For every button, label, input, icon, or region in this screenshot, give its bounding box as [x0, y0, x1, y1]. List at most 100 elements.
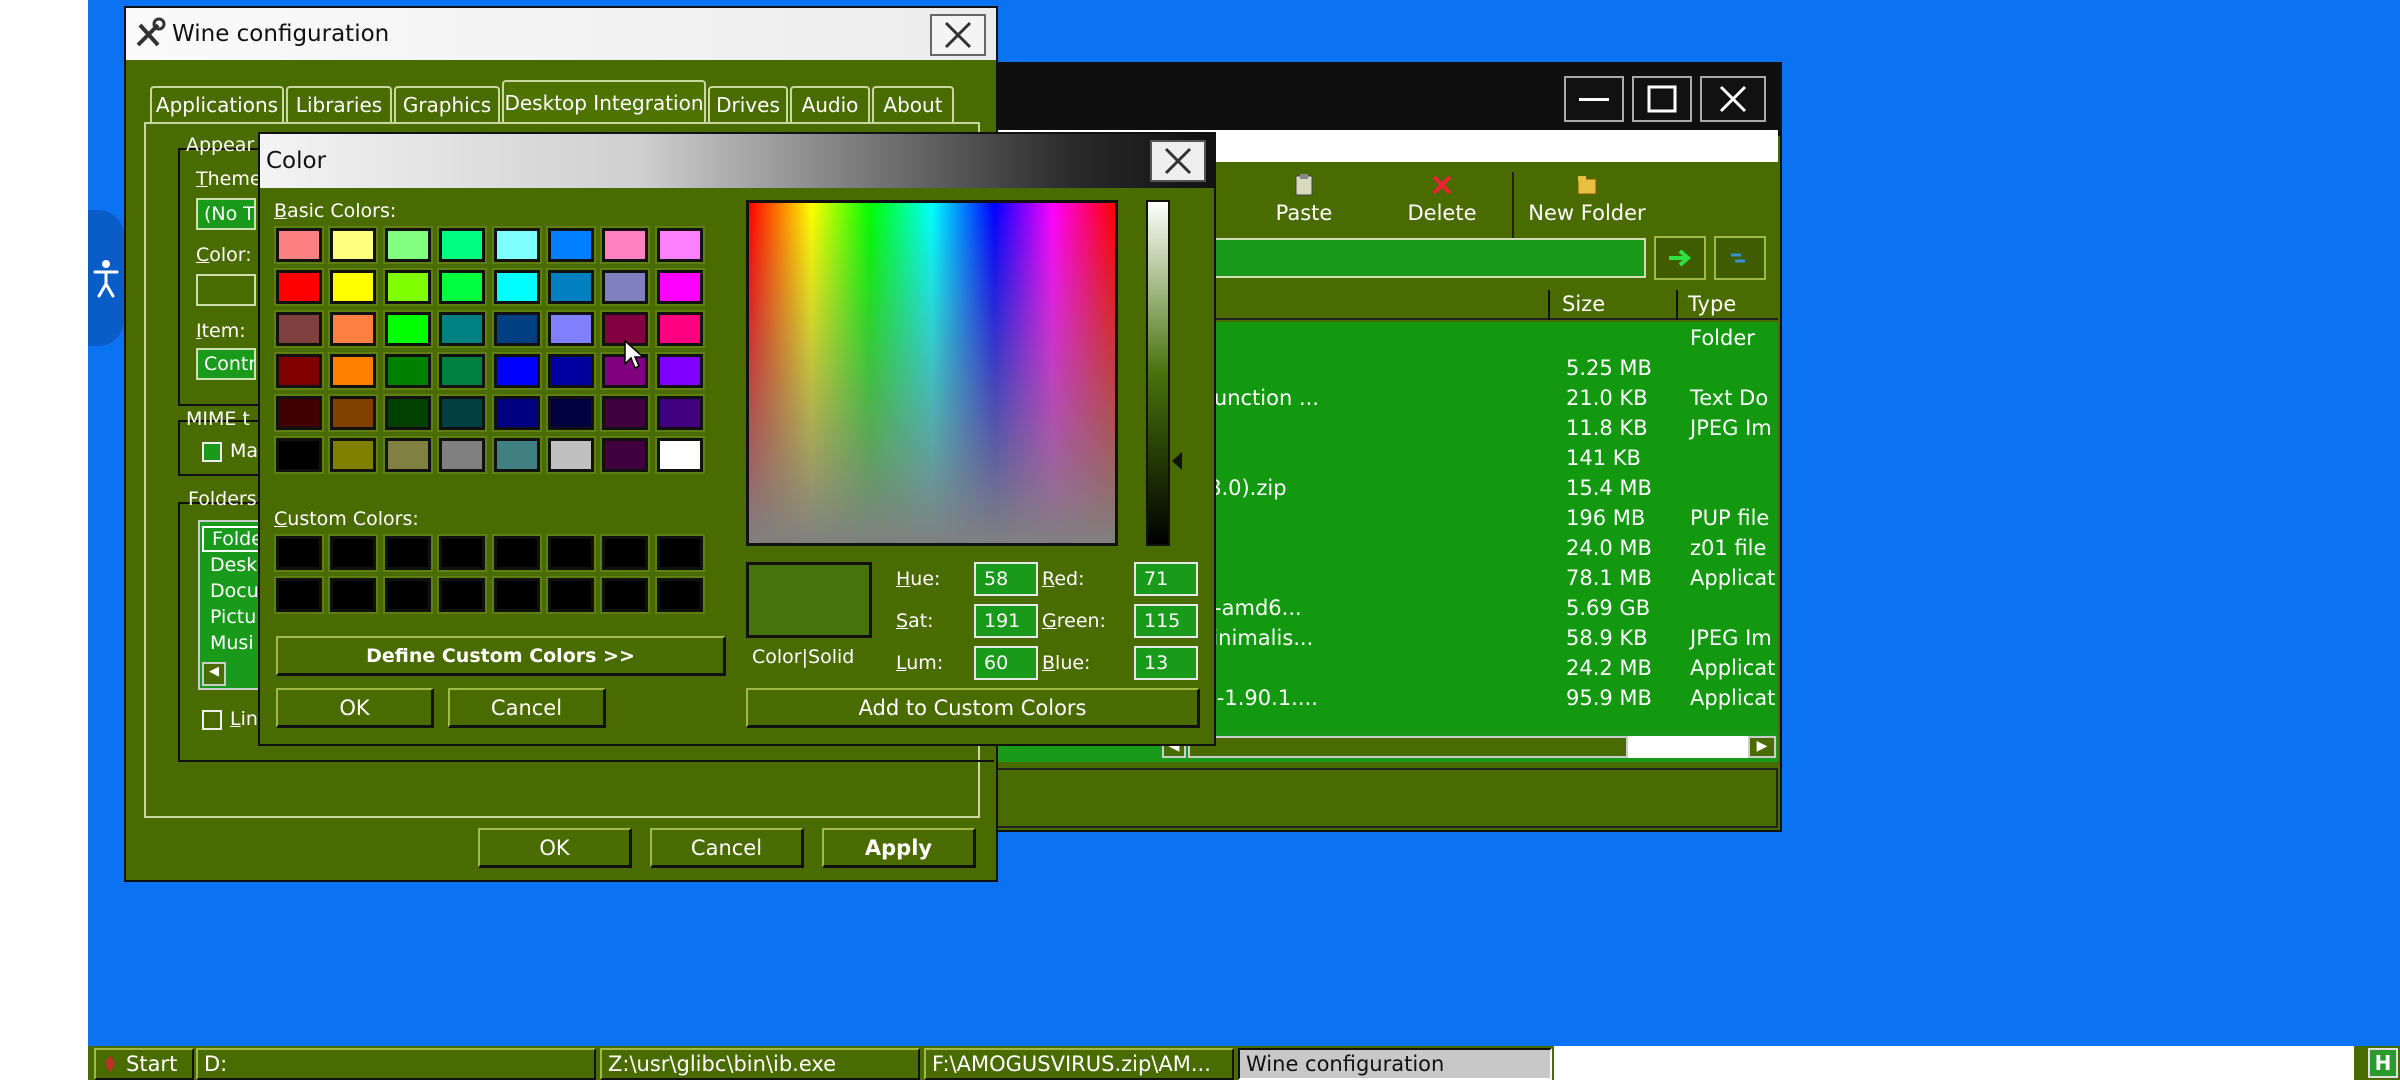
color-dialog-titlebar[interactable]: Color: [260, 134, 1214, 188]
define-custom-colors-button[interactable]: Define Custom Colors >>: [276, 636, 726, 676]
luminance-slider[interactable]: [1146, 200, 1170, 546]
basic-color-swatch[interactable]: [546, 352, 596, 390]
basic-color-swatch[interactable]: [328, 310, 379, 348]
color-ok-button[interactable]: OK: [276, 688, 434, 728]
taskbar-item[interactable]: F:\AMOGUSVIRUS.zip\AM...: [924, 1048, 1234, 1080]
basic-color-swatch[interactable]: [274, 268, 324, 306]
basic-color-swatch[interactable]: [437, 436, 488, 474]
custom-color-swatch[interactable]: [654, 534, 705, 572]
basic-color-swatch[interactable]: [491, 226, 542, 264]
mime-checkbox[interactable]: [202, 442, 222, 462]
item-select[interactable]: Contr: [196, 348, 256, 380]
custom-color-swatch[interactable]: [382, 534, 433, 572]
basic-color-swatch[interactable]: [546, 226, 596, 264]
basic-color-swatch[interactable]: [600, 436, 651, 474]
folders-list[interactable]: Folde Desk Docu Pictu Musi ◀: [198, 520, 262, 690]
basic-color-swatch[interactable]: [328, 268, 379, 306]
blue-input[interactable]: 13: [1134, 646, 1198, 680]
scrollbar-track[interactable]: [1628, 736, 1748, 758]
tab-drives[interactable]: Drives: [708, 86, 788, 122]
basic-color-swatch[interactable]: [382, 436, 433, 474]
tab-graphics[interactable]: Graphics: [394, 86, 500, 122]
tab-audio[interactable]: Audio: [790, 86, 870, 122]
apply-button[interactable]: Apply: [822, 828, 976, 868]
sat-input[interactable]: 191: [974, 604, 1038, 638]
custom-color-swatch[interactable]: [437, 576, 488, 614]
tab-about[interactable]: About: [872, 86, 954, 122]
custom-color-swatch[interactable]: [437, 534, 488, 572]
go-button[interactable]: [1654, 236, 1706, 280]
color-button[interactable]: [196, 274, 256, 306]
start-button[interactable]: Start: [94, 1048, 194, 1080]
basic-color-swatch[interactable]: [382, 310, 433, 348]
basic-color-swatch[interactable]: [546, 268, 596, 306]
green-input[interactable]: 115: [1134, 604, 1198, 638]
maximize-button[interactable]: [1632, 76, 1692, 122]
folder-item[interactable]: Docu: [210, 580, 259, 602]
basic-color-swatch[interactable]: [491, 268, 542, 306]
custom-color-swatch[interactable]: [328, 534, 379, 572]
delete-button[interactable]: Delete: [1400, 174, 1484, 225]
basic-color-swatch[interactable]: [600, 394, 651, 432]
folder-item[interactable]: Desk: [210, 554, 257, 576]
basic-color-swatch[interactable]: [600, 226, 651, 264]
minimize-button[interactable]: [1564, 76, 1624, 122]
color-dialog-close-button[interactable]: [1150, 140, 1206, 182]
paste-button[interactable]: Paste: [1262, 174, 1346, 225]
basic-color-swatch[interactable]: [382, 268, 433, 306]
basic-color-swatch[interactable]: [654, 394, 705, 432]
basic-color-swatch[interactable]: [546, 436, 596, 474]
basic-color-swatch[interactable]: [382, 226, 433, 264]
custom-color-swatch[interactable]: [546, 534, 596, 572]
basic-color-swatch[interactable]: [274, 394, 324, 432]
wine-config-close-button[interactable]: [930, 14, 986, 56]
folder-item[interactable]: Musi: [210, 632, 254, 654]
basic-color-swatch[interactable]: [328, 394, 379, 432]
basic-color-swatch[interactable]: [491, 352, 542, 390]
new-folder-button[interactable]: New Folder: [1522, 174, 1652, 225]
basic-color-swatch[interactable]: [437, 268, 488, 306]
basic-color-swatch[interactable]: [654, 226, 705, 264]
basic-color-swatch[interactable]: [382, 394, 433, 432]
basic-color-swatch[interactable]: [437, 226, 488, 264]
custom-color-swatch[interactable]: [274, 534, 324, 572]
custom-color-swatch[interactable]: [274, 576, 324, 614]
custom-color-swatch[interactable]: [382, 576, 433, 614]
basic-color-swatch[interactable]: [437, 352, 488, 390]
red-input[interactable]: 71: [1134, 562, 1198, 596]
color-cancel-button[interactable]: Cancel: [448, 688, 606, 728]
cancel-button[interactable]: Cancel: [650, 828, 804, 868]
custom-color-swatch[interactable]: [546, 576, 596, 614]
custom-color-swatch[interactable]: [654, 576, 705, 614]
lum-input[interactable]: 60: [974, 646, 1038, 680]
add-to-custom-colors-button[interactable]: Add to Custom Colors: [746, 688, 1200, 728]
tray-icon[interactable]: H: [2368, 1048, 2398, 1078]
basic-color-swatch[interactable]: [328, 436, 379, 474]
basic-color-swatch[interactable]: [654, 310, 705, 348]
folders-scroll-left[interactable]: ◀: [202, 662, 226, 686]
basic-color-swatch[interactable]: [600, 268, 651, 306]
taskbar-item[interactable]: Z:\usr\glibc\bin\ib.exe: [600, 1048, 920, 1080]
basic-color-swatch[interactable]: [382, 352, 433, 390]
color-spectrum[interactable]: [746, 200, 1118, 546]
basic-color-swatch[interactable]: [491, 394, 542, 432]
folder-item[interactable]: Pictu: [210, 606, 256, 628]
luminance-arrow-icon[interactable]: [1170, 452, 1184, 470]
refresh-button[interactable]: [1714, 236, 1766, 280]
basic-color-swatch[interactable]: [546, 310, 596, 348]
taskbar-item-active[interactable]: Wine configuration: [1238, 1048, 1552, 1080]
tab-applications[interactable]: Applications: [150, 86, 284, 122]
theme-select[interactable]: (No T: [196, 198, 256, 230]
basic-color-swatch[interactable]: [491, 310, 542, 348]
basic-color-swatch[interactable]: [654, 436, 705, 474]
tab-desktop-integration[interactable]: Desktop Integration: [502, 80, 706, 124]
custom-color-swatch[interactable]: [328, 576, 379, 614]
basic-color-swatch[interactable]: [546, 394, 596, 432]
accessibility-tab[interactable]: [88, 210, 124, 346]
custom-color-swatch[interactable]: [600, 576, 651, 614]
type-column-header[interactable]: Type: [1688, 292, 1736, 316]
basic-color-swatch[interactable]: [274, 310, 324, 348]
basic-color-swatch[interactable]: [328, 352, 379, 390]
custom-color-swatch[interactable]: [491, 534, 542, 572]
basic-color-swatch[interactable]: [437, 394, 488, 432]
